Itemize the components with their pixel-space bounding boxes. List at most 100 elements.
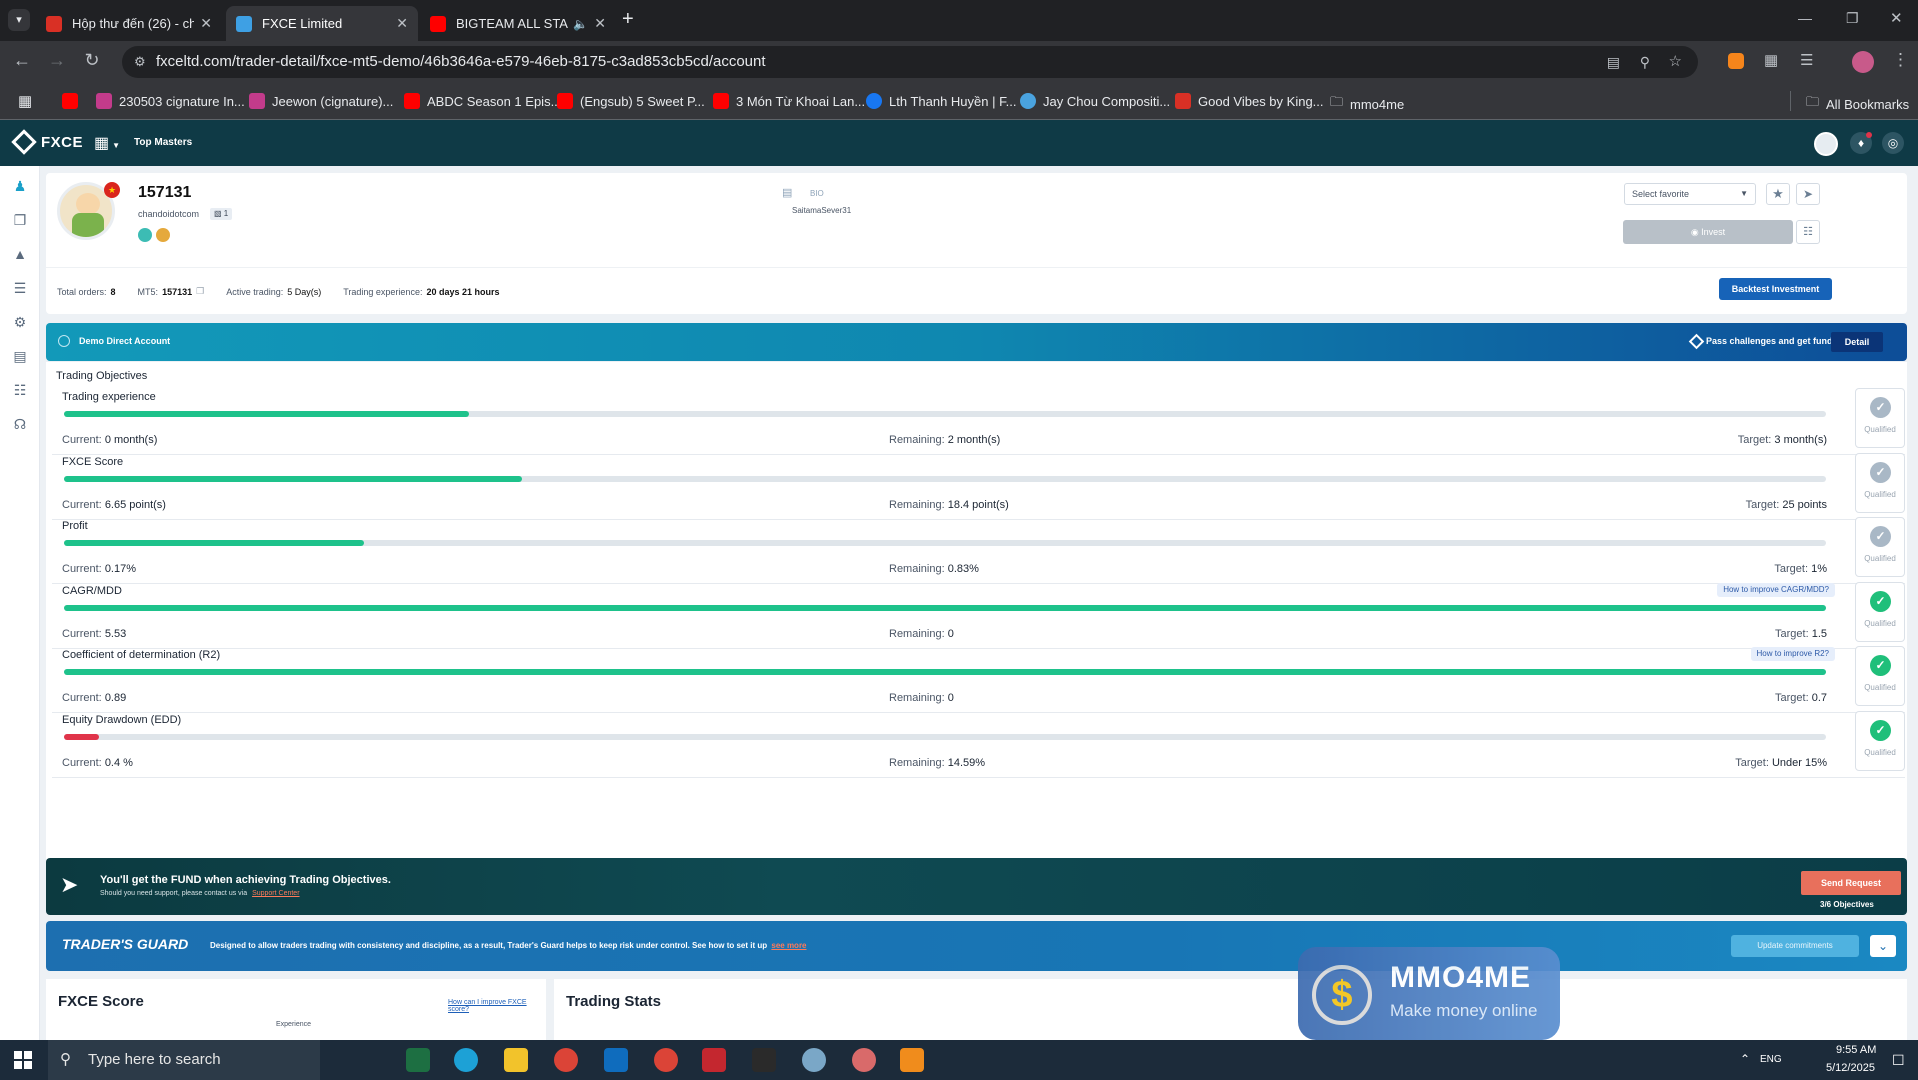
bookmark-item[interactable]: (Engsub) 5 Sweet P... — [557, 93, 705, 109]
browser-tab-fxce[interactable]: FXCE Limited ✕ — [226, 6, 418, 41]
edge-icon[interactable] — [454, 1048, 478, 1072]
media-control-icon[interactable]: ☰ — [1800, 51, 1813, 69]
window-close-icon[interactable]: ✕ — [1890, 9, 1903, 27]
improve-score-link[interactable]: How can I improve FXCE score? — [448, 999, 546, 1013]
address-bar[interactable]: ⚙ fxceltd.com/trader-detail/fxce-mt5-dem… — [122, 46, 1698, 78]
clock-date[interactable]: 5/12/2025 — [1826, 1062, 1875, 1074]
document-button[interactable]: ☷ — [1796, 220, 1820, 244]
bookmark-item[interactable] — [62, 93, 85, 109]
app-grid-menu-icon[interactable]: ▦ ▼ — [94, 133, 120, 153]
bookmark-folder[interactable]: 🗀 mmo4me — [1330, 93, 1404, 115]
headset-icon[interactable]: ☊ — [12, 416, 28, 432]
snipping-icon[interactable] — [852, 1048, 876, 1072]
chart-icon[interactable]: ▲ — [12, 246, 28, 262]
help-link[interactable]: How to improve R2? — [1750, 647, 1835, 662]
extension-fox-icon[interactable] — [1728, 53, 1744, 69]
list-icon[interactable]: ☰ — [12, 280, 28, 296]
support-center-link[interactable]: Support Center — [252, 890, 299, 897]
browser-tab-gmail[interactable]: Hộp thư đến (26) - chandoidotc ✕ — [36, 6, 222, 41]
reload-icon[interactable]: ↻ — [80, 50, 104, 71]
chrome-icon[interactable] — [554, 1048, 578, 1072]
top-masters-link[interactable]: Top Masters — [134, 137, 192, 148]
fxce-logo[interactable]: FXCE — [11, 129, 83, 155]
document-icon[interactable]: ☷ — [12, 382, 28, 398]
total-orders-value: 8 — [110, 286, 116, 297]
new-tab-plus-icon[interactable]: + — [622, 8, 634, 31]
site-info-icon[interactable]: ⚙ — [134, 46, 146, 78]
close-icon[interactable]: ✕ — [594, 15, 606, 32]
fxce-score-card: FXCE Score How can I improve FXCE score?… — [46, 979, 546, 1040]
user-avatar[interactable] — [1814, 132, 1838, 156]
bookmark-item[interactable]: Jeewon (cignature)... — [249, 93, 393, 109]
file-explorer-icon[interactable] — [504, 1048, 528, 1072]
share-button[interactable]: ➤ — [1796, 183, 1820, 205]
minimize-icon[interactable]: — — [1798, 10, 1812, 26]
outlook-icon[interactable] — [604, 1048, 628, 1072]
bookmark-item[interactable]: 230503 cignature In... — [96, 93, 245, 109]
detail-button[interactable]: Detail — [1831, 332, 1883, 352]
clapper-icon[interactable] — [752, 1048, 776, 1072]
close-icon[interactable]: ✕ — [200, 15, 212, 32]
objective-progress-bar — [64, 411, 1826, 417]
install-app-icon[interactable]: ▤ — [1607, 46, 1620, 78]
objective-progress-fill — [64, 411, 470, 417]
tray-up-arrow-icon[interactable]: ⌃ — [1740, 1052, 1750, 1066]
browser-menu-icon[interactable]: ⋮ — [1892, 50, 1909, 70]
windows-start-icon[interactable] — [14, 1051, 32, 1069]
favorite-star-button[interactable]: ★ — [1766, 183, 1790, 205]
settings-icon[interactable]: ⚙ — [12, 314, 28, 330]
restore-icon[interactable]: ❐ — [1846, 10, 1859, 27]
bookmark-item[interactable]: Lth Thanh Huyền | F... — [866, 93, 1016, 109]
achievement-badge-icon — [156, 228, 170, 242]
close-icon[interactable]: ✕ — [396, 15, 408, 32]
profile-avatar[interactable] — [1852, 51, 1874, 73]
bookmark-star-icon[interactable]: ☆ — [1669, 46, 1682, 78]
all-bookmarks-folder[interactable]: 🗀 All Bookmarks — [1806, 93, 1909, 115]
invest-button[interactable]: ◉ Invest — [1623, 220, 1793, 244]
app-red-icon[interactable] — [702, 1048, 726, 1072]
extensions-puzzle-icon[interactable]: ▦ — [1764, 51, 1778, 69]
profile-divider — [46, 267, 1907, 268]
expand-chevron-button[interactable]: ⌄ — [1870, 935, 1896, 957]
bookmark-item[interactable]: Good Vibes by King... — [1175, 93, 1324, 109]
copy-icon[interactable]: ❐ — [196, 286, 204, 297]
traders-icon[interactable]: ♟ — [12, 178, 28, 194]
game-icon[interactable] — [802, 1048, 826, 1072]
clock-time[interactable]: 9:55 AM — [1836, 1044, 1876, 1056]
taskbar-search-box[interactable]: ⚲ Type here to search — [48, 1040, 320, 1080]
app-header: FXCE ▦ ▼ Top Masters ♦ ◎ — [0, 120, 1918, 166]
bookmark-item[interactable]: ABDC Season 1 Epis... — [404, 93, 561, 109]
back-arrow-icon[interactable]: ← — [10, 50, 34, 71]
objective-current: Current: 0.4 % — [62, 757, 133, 769]
speaker-icon[interactable]: 🔈 — [573, 17, 588, 31]
language-globe-icon[interactable]: ◎ — [1882, 132, 1904, 154]
app-orange-icon[interactable] — [900, 1048, 924, 1072]
excel-icon[interactable] — [406, 1048, 430, 1072]
tab-list-chevron-icon[interactable]: ▾ — [8, 9, 30, 31]
bookmark-item[interactable]: 3 Món Từ Khoai Lan... — [713, 93, 865, 109]
objective-row: FXCE Score Current: 6.65 point(s) Remainin… — [52, 452, 1905, 520]
help-link[interactable]: How to improve CAGR/MDD? — [1717, 582, 1835, 597]
notification-center-icon[interactable]: ☐ — [1892, 1052, 1905, 1069]
see-more-link[interactable]: see more — [771, 941, 806, 950]
mt5-label: MT5: — [137, 286, 159, 297]
bio-label: BIO — [810, 189, 824, 198]
update-commitments-button[interactable]: Update commitments — [1731, 935, 1859, 957]
language-indicator[interactable]: ENG — [1760, 1054, 1782, 1065]
objective-progress-bar — [64, 540, 1826, 547]
apps-grid-icon[interactable]: ▦ — [18, 92, 32, 110]
chrome-profile-icon[interactable] — [654, 1048, 678, 1072]
forward-arrow-icon[interactable]: → — [45, 50, 69, 71]
send-request-button[interactable]: Send Request — [1801, 871, 1901, 895]
select-favorite-dropdown[interactable]: Select favorite ▼ — [1624, 183, 1756, 205]
backtest-investment-button[interactable]: Backtest Investment — [1719, 278, 1832, 300]
browser-tab-youtube[interactable]: BIGTEAM ALL STARS - BIGTE 🔈 ✕ — [420, 6, 616, 41]
notification-bell-icon[interactable]: ♦ — [1850, 132, 1872, 154]
folder-icon[interactable]: ▤ — [12, 348, 28, 364]
mmo4me-watermark: $ MMO4ME Make money online — [1298, 947, 1560, 1040]
qualified-label: Qualified — [1864, 425, 1896, 434]
bookmark-favicon-icon — [96, 93, 112, 109]
copy-icon[interactable]: ❐ — [12, 212, 28, 228]
zoom-icon[interactable]: ⚲ — [1640, 46, 1650, 78]
bookmark-item[interactable]: Jay Chou Compositi... — [1020, 93, 1170, 109]
